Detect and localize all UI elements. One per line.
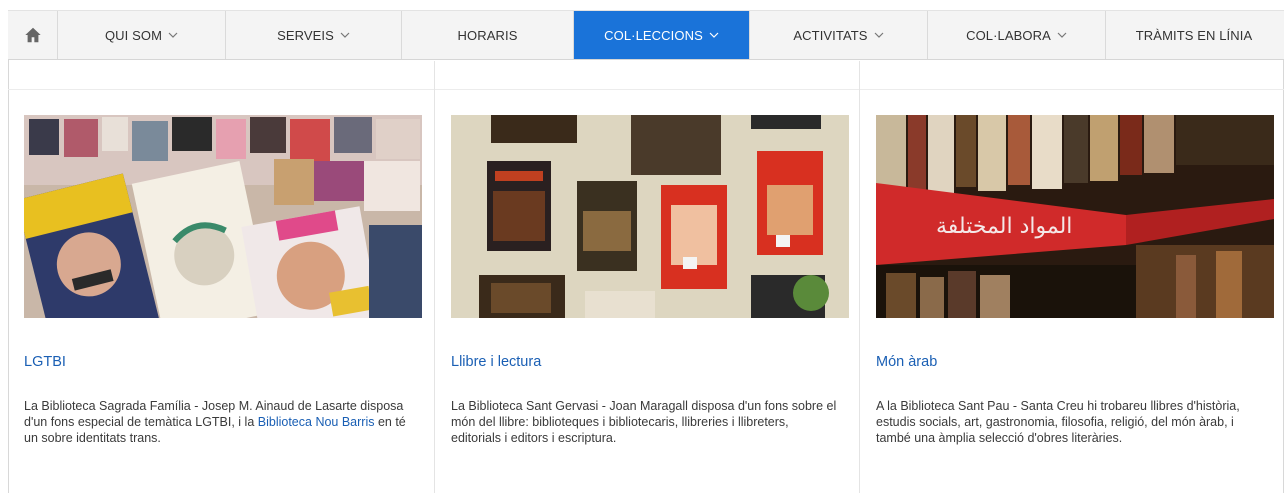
bookshelf-arabic-sign-image[interactable]: المواد المختلفة xyxy=(876,115,1274,318)
divider xyxy=(8,89,434,90)
card-title-link[interactable]: Llibre i lectura xyxy=(451,354,845,370)
magazine-collage-image[interactable] xyxy=(24,115,422,318)
nav-item-tramits-en-linia[interactable]: TRÀMITS EN LÍNIA xyxy=(1106,11,1282,59)
chevron-down-icon xyxy=(709,32,719,38)
card-description: La Biblioteca Sant Gervasi - Joan Maraga… xyxy=(451,399,837,445)
collection-card-llibre-i-lectura: Llibre i lectura La Biblioteca Sant Gerv… xyxy=(435,61,860,493)
collections-grid: LGTBI La Biblioteca Sagrada Família - Jo… xyxy=(8,61,1284,493)
card-title-link[interactable]: Món àrab xyxy=(876,354,1270,370)
collection-card-mon-arab: المواد المختلفة Món àrab A la Biblioteca… xyxy=(860,61,1284,493)
home-icon xyxy=(24,27,41,43)
card-title-link[interactable]: LGTBI xyxy=(24,354,420,370)
nav-item-horaris[interactable]: HORARIS xyxy=(402,11,574,59)
nav-item-qui-som[interactable]: QUI SOM xyxy=(58,11,226,59)
chevron-down-icon xyxy=(168,32,178,38)
nav-label: COL·LECCIONS xyxy=(604,27,703,43)
divider xyxy=(435,89,859,90)
nav-label: SERVEIS xyxy=(277,27,334,43)
nav-item-colleccions[interactable]: COL·LECCIONS xyxy=(574,11,750,59)
chevron-down-icon xyxy=(874,32,884,38)
nav-item-serveis[interactable]: SERVEIS xyxy=(226,11,402,59)
collection-card-lgtbi: LGTBI La Biblioteca Sagrada Família - Jo… xyxy=(8,61,435,493)
nav-label: HORARIS xyxy=(457,27,518,43)
home-button[interactable] xyxy=(8,11,58,59)
nav-item-activitats[interactable]: ACTIVITATS xyxy=(750,11,928,59)
svg-text:المواد المختلفة: المواد المختلفة xyxy=(936,214,1072,239)
books-on-table-image[interactable] xyxy=(451,115,849,318)
main-navigation: QUI SOM SERVEIS HORARIS COL·LECCIONS ACT… xyxy=(8,10,1284,60)
chevron-down-icon xyxy=(340,32,350,38)
card-description: La Biblioteca Sagrada Família - Josep M.… xyxy=(24,398,414,446)
biblioteca-nou-barris-link[interactable]: Biblioteca Nou Barris xyxy=(258,415,375,429)
nav-label: ACTIVITATS xyxy=(793,27,868,43)
nav-label: QUI SOM xyxy=(104,27,163,43)
chevron-down-icon xyxy=(1057,32,1067,38)
nav-label: TRÀMITS EN LÍNIA xyxy=(1135,27,1253,43)
nav-label: COL·LABORA xyxy=(966,27,1051,43)
nav-item-collabora[interactable]: COL·LABORA xyxy=(928,11,1106,59)
card-description: A la Biblioteca Sant Pau - Santa Creu hi… xyxy=(876,399,1240,445)
divider xyxy=(860,89,1284,90)
